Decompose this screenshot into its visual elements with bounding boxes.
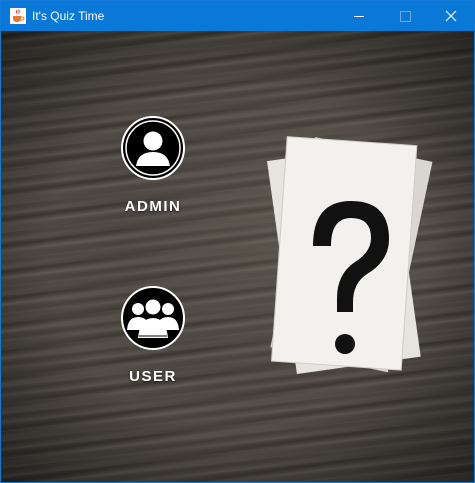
- maximize-icon: [400, 11, 411, 22]
- close-button[interactable]: [428, 1, 474, 31]
- question-mark-cards-image: [267, 136, 433, 374]
- admin-option[interactable]: ADMIN: [113, 116, 193, 215]
- java-cup-icon: [10, 8, 26, 24]
- minimize-button[interactable]: [336, 1, 382, 31]
- admin-label[interactable]: ADMIN: [113, 198, 193, 215]
- user-option[interactable]: USER: [113, 286, 193, 385]
- title-bar[interactable]: It's Quiz Time: [1, 1, 474, 31]
- maximize-button[interactable]: [382, 1, 428, 31]
- group-icon[interactable]: [121, 286, 185, 350]
- minimize-icon: [354, 16, 364, 17]
- content-area: ADMIN USER: [1, 31, 474, 482]
- window-title: It's Quiz Time: [32, 9, 105, 23]
- user-label[interactable]: USER: [113, 368, 193, 385]
- person-icon[interactable]: [121, 116, 185, 180]
- quiz-window: It's Quiz Time ADMIN USER: [0, 0, 475, 483]
- close-icon: [445, 10, 457, 22]
